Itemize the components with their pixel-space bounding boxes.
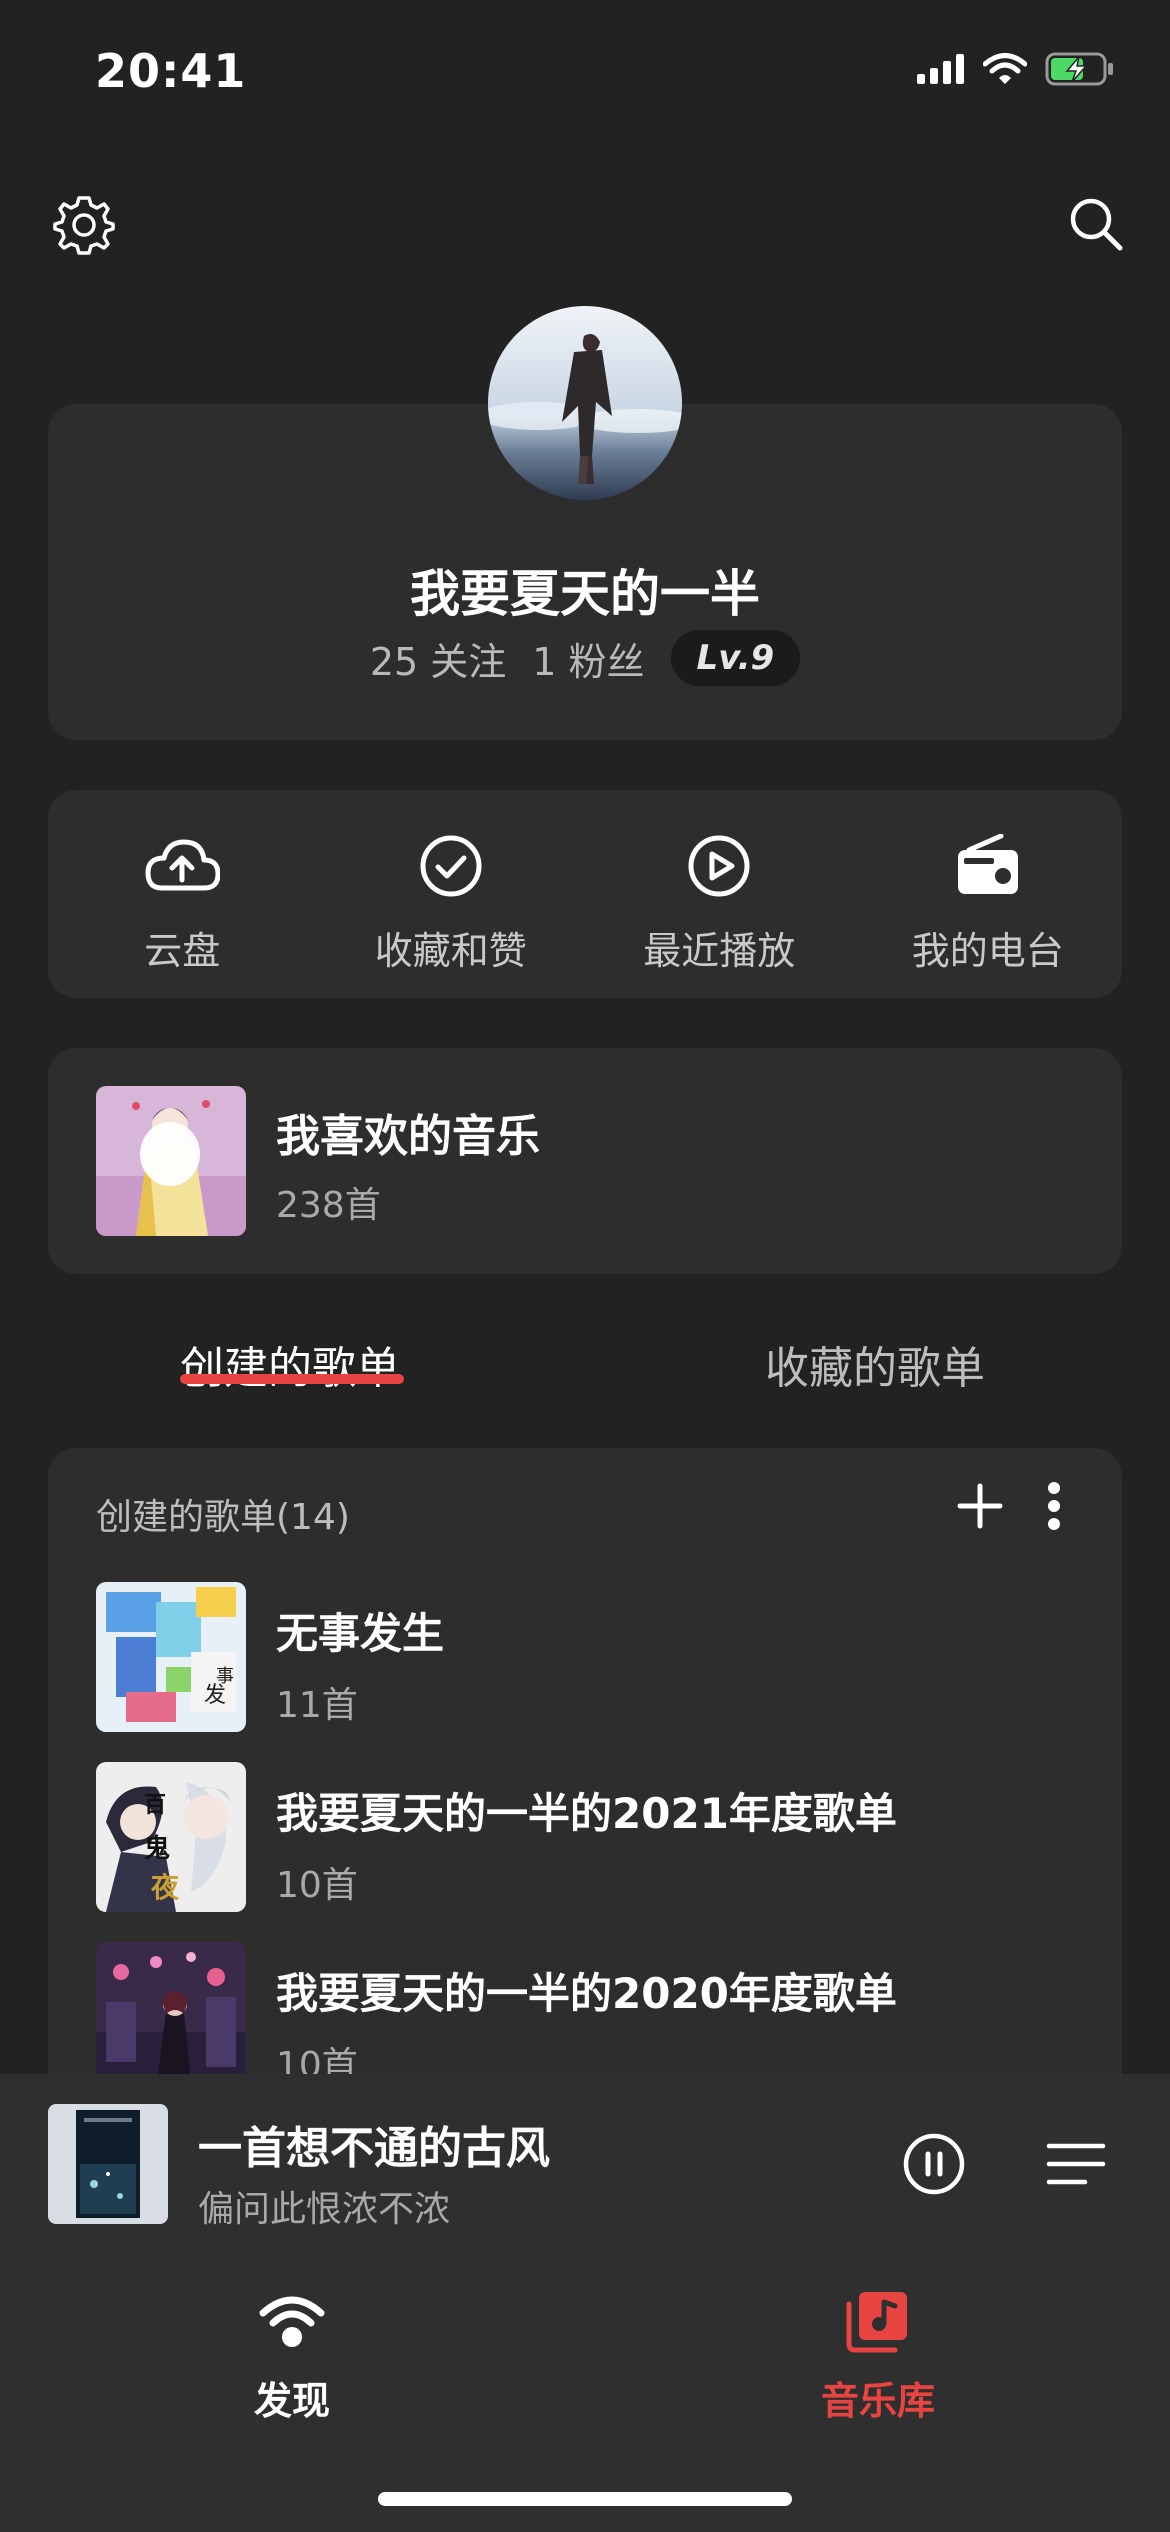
more-options-button[interactable] bbox=[1034, 1476, 1074, 1536]
following-count[interactable]: 25 关注 bbox=[370, 631, 506, 686]
radio-icon bbox=[950, 828, 1026, 904]
broadcast-icon bbox=[255, 2284, 329, 2358]
quick-action-label: 我的电台 bbox=[911, 929, 1064, 973]
quick-action-label: 收藏和赞 bbox=[374, 929, 527, 973]
tab-created-playlists[interactable]: 创建的歌单 bbox=[180, 1332, 400, 1396]
search-icon bbox=[1070, 198, 1123, 251]
music-library-icon bbox=[841, 2284, 915, 2358]
status-bar: 20:41 bbox=[0, 0, 1170, 140]
quick-action-label: 云盘 bbox=[144, 929, 221, 973]
level-badge[interactable]: Lv.9 bbox=[670, 630, 801, 686]
mini-player[interactable]: 一首想不通的古风 偏问此恨浓不浓 bbox=[0, 2074, 1170, 2254]
quick-action-radio[interactable]: 我的电台 bbox=[854, 790, 1123, 998]
playlist-cover: 百 鬼 夜 bbox=[96, 1762, 246, 1912]
liked-music-title: 我喜欢的音乐 bbox=[276, 1111, 540, 1162]
plus-icon bbox=[957, 1483, 1003, 1529]
search-button[interactable] bbox=[1060, 188, 1132, 260]
signal-icon bbox=[917, 54, 964, 84]
status-icons bbox=[917, 52, 1115, 86]
liked-music-card[interactable]: 我喜欢的音乐 238首 bbox=[48, 1048, 1122, 1274]
playlist-cover: 发 事 bbox=[96, 1582, 246, 1732]
created-playlists-card: 创建的歌单(14) 发 事 无事发生 11首 百 鬼 夜 我要夏天的一半的202… bbox=[48, 1448, 1122, 2088]
pause-button[interactable] bbox=[894, 2124, 974, 2204]
avatar[interactable] bbox=[488, 306, 682, 500]
quick-action-recent[interactable]: 最近播放 bbox=[585, 790, 854, 998]
tab-label: 音乐库 bbox=[820, 2379, 935, 2423]
battery-icon bbox=[1045, 52, 1113, 86]
queue-list-icon bbox=[1046, 2143, 1106, 2185]
playlist-tabs: 创建的歌单 收藏的歌单 bbox=[0, 1316, 1170, 1426]
liked-music-count: 238首 bbox=[276, 1185, 381, 1226]
profile-stats: 25 关注 1 粉丝 Lv.9 bbox=[0, 630, 1170, 686]
now-playing-artist: 偏问此恨浓不浓 bbox=[198, 2189, 451, 2230]
pause-icon bbox=[903, 2133, 965, 2195]
playlist-count: 10首 bbox=[276, 1865, 358, 1906]
liked-music-cover bbox=[96, 1086, 246, 1236]
playlist-row[interactable]: 发 事 无事发生 11首 bbox=[96, 1582, 1076, 1734]
playlist-name: 无事发生 bbox=[276, 1609, 445, 1658]
active-tab-indicator bbox=[180, 1374, 404, 1384]
tab-collected-playlists[interactable]: 收藏的歌单 bbox=[765, 1332, 985, 1396]
cloud-upload-icon bbox=[144, 828, 221, 904]
tab-label: 发现 bbox=[253, 2379, 330, 2423]
play-circle-icon bbox=[681, 828, 757, 904]
playlist-row[interactable]: 我要夏天的一半的2020年度歌单 10首 bbox=[96, 1942, 1076, 2088]
quick-actions: 云盘 收藏和赞 最近播放 我的电台 bbox=[48, 790, 1122, 998]
quick-action-label: 最近播放 bbox=[643, 929, 796, 973]
tab-music-library[interactable]: 音乐库 bbox=[748, 2284, 1008, 2425]
svg-text:夜: 夜 bbox=[150, 1871, 180, 1904]
playlist-name: 我要夏天的一半的2020年度歌单 bbox=[276, 1969, 897, 2018]
add-playlist-button[interactable] bbox=[950, 1476, 1010, 1536]
created-playlists-header: 创建的歌单(14) bbox=[96, 1497, 350, 1538]
playlist-count: 11首 bbox=[276, 1685, 358, 1726]
check-circle-icon bbox=[413, 828, 489, 904]
svg-text:百: 百 bbox=[144, 1793, 166, 1818]
more-vertical-icon bbox=[1048, 1482, 1060, 1530]
playlist-row[interactable]: 百 鬼 夜 我要夏天的一半的2021年度歌单 10首 bbox=[96, 1762, 1076, 1914]
playlist-queue-button[interactable] bbox=[1040, 2128, 1112, 2200]
quick-action-cloud[interactable]: 云盘 bbox=[48, 790, 317, 998]
tab-discover[interactable]: 发现 bbox=[162, 2284, 422, 2425]
gear-icon bbox=[53, 196, 115, 255]
bottom-tab-bar: 发现 音乐库 bbox=[0, 2254, 1170, 2532]
home-indicator bbox=[378, 2492, 792, 2506]
status-time: 20:41 bbox=[95, 44, 247, 98]
quick-action-favorites[interactable]: 收藏和赞 bbox=[317, 790, 586, 998]
now-playing-cover bbox=[48, 2104, 168, 2224]
now-playing-title: 一首想不通的古风 bbox=[198, 2123, 550, 2174]
svg-text:鬼: 鬼 bbox=[144, 1833, 170, 1864]
username[interactable]: 我要夏天的一半 bbox=[0, 554, 1170, 626]
wifi-icon bbox=[983, 53, 1027, 84]
followers-count[interactable]: 1 粉丝 bbox=[532, 631, 644, 686]
svg-text:事: 事 bbox=[216, 1666, 234, 1687]
settings-button[interactable] bbox=[48, 188, 120, 260]
playlist-cover bbox=[96, 1942, 246, 2088]
playlist-name: 我要夏天的一半的2021年度歌单 bbox=[276, 1789, 897, 1838]
